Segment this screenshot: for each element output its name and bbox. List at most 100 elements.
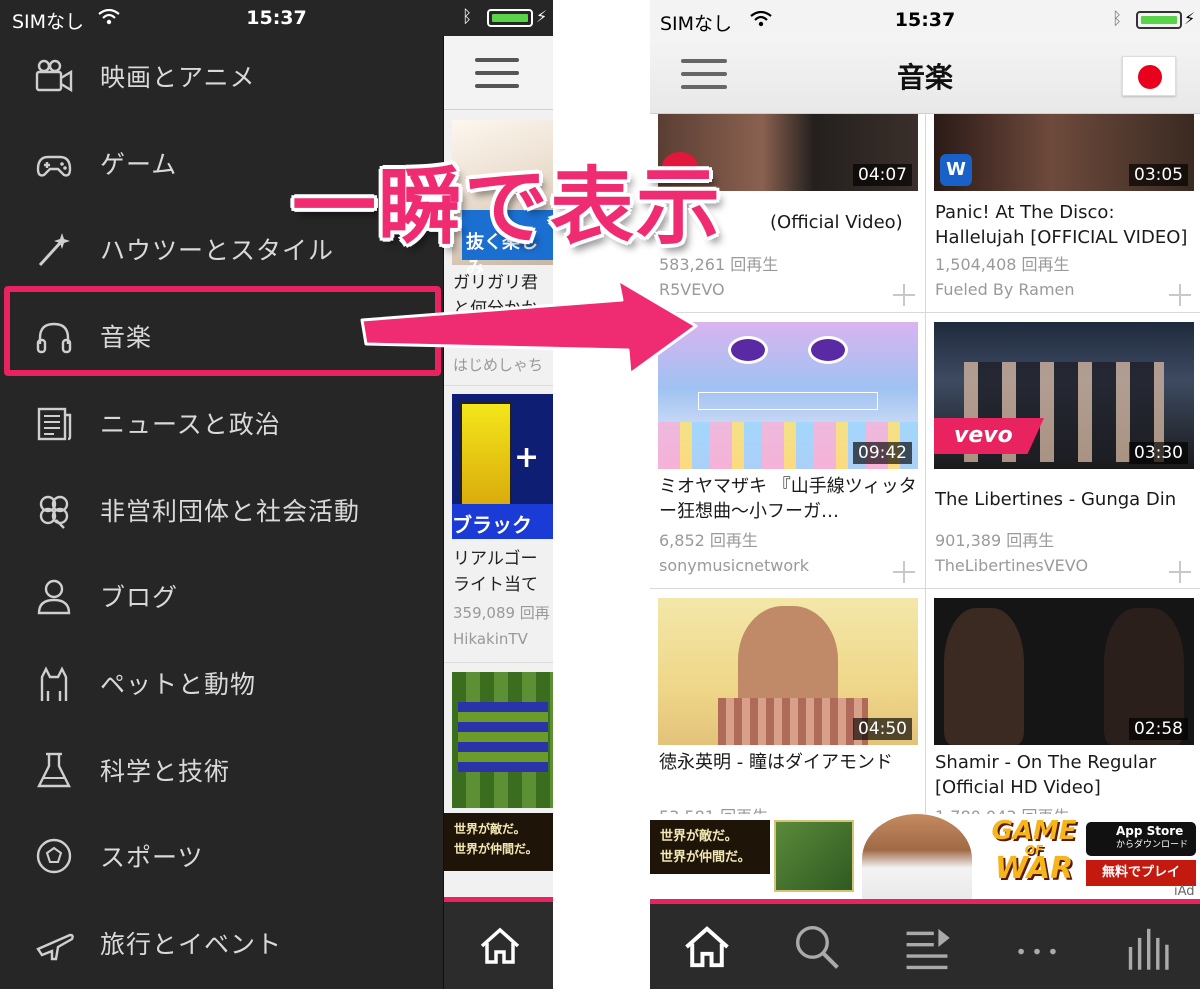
duration-badge: 04:07	[853, 164, 912, 186]
status-bar: SIMなし 15:37 ᛒ ⚡	[0, 0, 553, 36]
peek-views-2: 359,089 回再	[453, 604, 550, 622]
gamepad-icon	[36, 155, 72, 177]
home-icon[interactable]	[682, 922, 732, 972]
app-store-label: App Store	[1116, 824, 1184, 838]
video-card[interactable]: 04:50 徳永英明 - 瞳はダイアモンド 53,581 回再生	[650, 589, 925, 826]
ad-person-image	[862, 814, 972, 899]
drawer-item[interactable]: ブログ	[0, 556, 443, 642]
peek-ad-banner[interactable]: 世界が敵だ。 世界が仲間だ。	[444, 813, 553, 871]
view-count: 6,852 回再生	[659, 531, 758, 550]
battery-icon	[487, 9, 533, 27]
add-to-playlist-icon[interactable]	[1169, 561, 1191, 583]
video-card[interactable]: W 03:05 Panic! At The Disco: Hallelujah …	[926, 114, 1200, 312]
search-icon[interactable]	[792, 922, 842, 972]
battery-icon	[1136, 11, 1182, 29]
movie-camera-icon	[35, 59, 73, 93]
region-flag-button[interactable]	[1122, 56, 1176, 96]
drawer-item-label: ペットと動物	[100, 669, 257, 699]
free-play-button[interactable]: 無料でプレイ	[1086, 860, 1196, 886]
charging-icon: ⚡	[1184, 9, 1196, 28]
drawer-item[interactable]: 科学と技術	[0, 730, 443, 816]
ad-game-top: GAME	[991, 816, 1077, 846]
person-icon	[37, 579, 71, 615]
cat-icon	[40, 666, 68, 701]
japan-flag-icon	[1138, 65, 1162, 89]
add-to-playlist-icon[interactable]	[893, 284, 915, 306]
video-title: (Official Video)	[770, 212, 903, 233]
warner-logo-icon: W	[940, 154, 972, 186]
video-card[interactable]: vevo 03:30 The Libertines - Gunga Din 90…	[926, 313, 1200, 588]
more-icon[interactable]	[1012, 922, 1062, 972]
ad-map-image	[774, 820, 854, 892]
page-title: 音楽	[896, 61, 953, 94]
airplane-icon	[36, 933, 74, 961]
peek-channel-2: HikakinTV	[453, 630, 528, 648]
ad-tagline: 世界が敵だ。 世界が仲間だ。	[650, 820, 770, 874]
bluetooth-icon: ᛒ	[1112, 9, 1123, 29]
home-icon[interactable]	[478, 924, 522, 968]
peek-thumbnail-3[interactable]	[452, 672, 553, 808]
duration-badge: 03:05	[1129, 164, 1188, 186]
video-thumbnail[interactable]: 04:50	[658, 598, 918, 745]
drawer-item[interactable]: 映画とアニメ	[0, 36, 443, 122]
iad-banner[interactable]: 世界が敵だ。 世界が仲間だ。 GAME OF WAR App Store からダ…	[650, 814, 1200, 904]
duration-badge: 09:42	[853, 442, 912, 464]
drawer-item-label: 映画とアニメ	[100, 63, 256, 92]
view-count: 1,504,408 回再生	[935, 255, 1070, 274]
app-store-badge[interactable]: App Store からダウンロード	[1086, 822, 1196, 856]
magic-wand-icon	[38, 233, 70, 267]
flask-icon	[37, 752, 71, 787]
vevo-badge: vevo	[934, 418, 1044, 454]
drawer-item-label: 旅行とイベント	[100, 930, 283, 959]
add-to-playlist-icon[interactable]	[893, 561, 915, 583]
video-title: ミオヤマザキ 『山手線ツィッター狂想曲～小フーガ…	[659, 476, 917, 522]
channel-name: Fueled By Ramen	[935, 280, 1075, 299]
drawer-item-label: ゲーム	[100, 149, 178, 179]
video-title: Panic! At The Disco: Hallelujah [OFFICIA…	[935, 202, 1188, 248]
drawer-item[interactable]: 旅行とイベント	[0, 903, 443, 989]
video-card[interactable]: 02:58 Shamir - On The Regular [Official …	[926, 589, 1200, 826]
newspaper-icon	[37, 407, 72, 440]
soccer-ball-icon	[36, 839, 72, 874]
peek-ad-line2: 世界が仲間だ。	[454, 842, 538, 856]
view-count: 901,389 回再生	[935, 531, 1055, 550]
peek-thumbnail-2[interactable]: + ブラック	[452, 394, 553, 539]
bottom-tab-bar	[650, 904, 1200, 989]
playlist-icon[interactable]	[902, 922, 952, 972]
ad-game-logo: GAME OF WAR	[988, 818, 1080, 898]
channel-name: sonymusicnetwork	[659, 556, 810, 575]
drawer-item[interactable]: 非営利団体と社会活動	[0, 470, 443, 556]
video-thumbnail[interactable]: vevo 03:30	[934, 322, 1194, 469]
drawer-item[interactable]: ペットと動物	[0, 643, 443, 729]
nav-header: 音楽	[650, 38, 1200, 114]
video-grid: 04:07 (Official Video) 583,261 回再生 R5VEV…	[650, 114, 1200, 826]
video-title: The Libertines - Gunga Din	[935, 489, 1177, 510]
add-to-playlist-icon[interactable]	[1169, 284, 1191, 306]
video-title: Shamir - On The Regular [Official HD Vid…	[935, 752, 1157, 798]
drawer-item-label: 非営利団体と社会活動	[100, 496, 361, 526]
duration-badge: 04:50	[853, 718, 912, 740]
drawer-item-label: 科学と技術	[100, 756, 231, 786]
ad-game-bottom: WAR	[994, 851, 1074, 886]
ad-line1: 世界が敵だ。	[660, 829, 738, 844]
status-bar-right: SIMなし 15:37 ᛒ ⚡	[650, 0, 1200, 38]
drawer-item[interactable]: ニュースと政治	[0, 383, 443, 469]
transition-arrow	[360, 278, 698, 376]
peek-title-2a: リアルゴー	[453, 549, 538, 569]
peek-header	[444, 36, 553, 110]
peek-title-2b: ライト当て	[453, 575, 538, 595]
menu-hamburger-icon[interactable]	[475, 58, 519, 97]
video-title: 徳永英明 - 瞳はダイアモンド	[659, 752, 893, 773]
video-thumbnail[interactable]: W 03:05	[934, 114, 1194, 191]
video-thumbnail[interactable]: 02:58	[934, 598, 1194, 745]
right-phone-screen: SIMなし 15:37 ᛒ ⚡ 音楽 04:07 (Official Video…	[650, 0, 1200, 989]
equalizer-icon[interactable]	[1122, 922, 1172, 972]
charging-icon: ⚡	[536, 7, 548, 26]
drawer-item[interactable]: スポーツ	[0, 816, 443, 902]
drawer-item-label: ニュースと政治	[100, 409, 281, 439]
drawer-item-label: スポーツ	[100, 843, 204, 873]
bluetooth-icon: ᛒ	[462, 7, 473, 27]
peek-tab-bar	[444, 897, 553, 989]
duration-badge: 02:58	[1129, 718, 1188, 740]
ad-line2: 世界が仲間だ。	[660, 850, 751, 865]
